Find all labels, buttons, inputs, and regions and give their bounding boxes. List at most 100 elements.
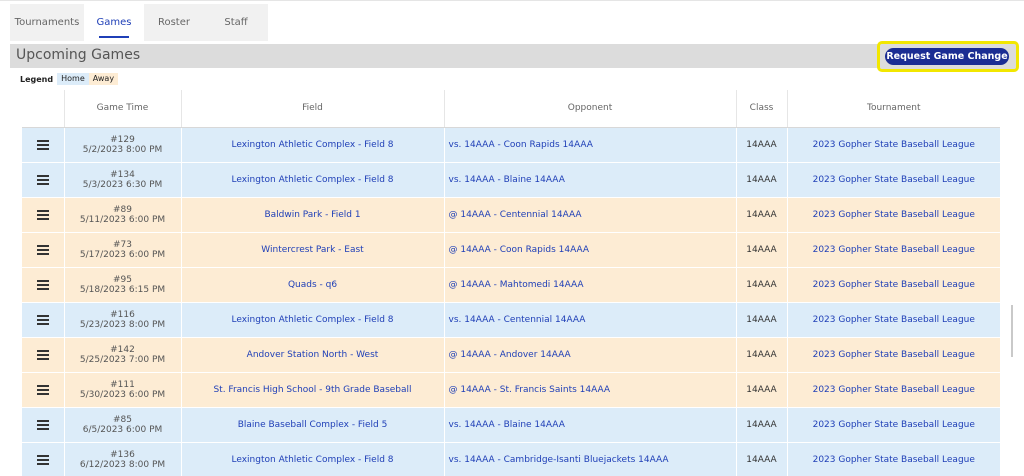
opponent-link[interactable]: vs. 14AAA - Centennial 14AAA (449, 315, 586, 325)
column-header-class[interactable]: Class (736, 90, 788, 128)
tab-games[interactable]: Games (84, 4, 144, 41)
column-header-opponent[interactable]: Opponent (444, 90, 737, 128)
field-link[interactable]: Lexington Athletic Complex - Field 8 (232, 315, 394, 325)
game-number: #89 (113, 204, 132, 215)
tournament-link[interactable]: 2023 Gopher State Baseball League (813, 175, 975, 185)
menu-icon[interactable] (36, 384, 49, 395)
class-cell: 14AAA (736, 442, 788, 476)
menu-icon[interactable] (36, 314, 49, 325)
menu-icon[interactable] (36, 279, 49, 290)
tab-bar: Tournaments Games Roster Staff (10, 4, 268, 41)
tournament-link[interactable]: 2023 Gopher State Baseball League (813, 420, 975, 430)
page-title: Upcoming Games (16, 47, 141, 63)
column-header-tournament[interactable]: Tournament (787, 90, 1000, 128)
legend-label: Legend (20, 74, 54, 84)
tab-tournaments[interactable]: Tournaments (10, 4, 84, 41)
field-cell: Andover Station North - West (181, 337, 445, 373)
row-menu-cell[interactable] (22, 442, 65, 476)
menu-icon[interactable] (36, 139, 49, 150)
tournament-link[interactable]: 2023 Gopher State Baseball League (813, 455, 975, 465)
opponent-cell: @ 14AAA - Mahtomedi 14AAA (444, 267, 737, 303)
scrollbar-thumb[interactable] (1011, 305, 1013, 357)
opponent-cell: @ 14AAA - Coon Rapids 14AAA (444, 232, 737, 268)
game-number: #142 (110, 344, 135, 355)
row-menu-cell[interactable] (22, 302, 65, 338)
class-cell: 14AAA (736, 162, 788, 198)
tab-staff[interactable]: Staff (204, 4, 268, 41)
game-time-cell: #129 5/2/2023 8:00 PM (64, 127, 182, 163)
row-menu-cell[interactable] (22, 127, 65, 163)
opponent-cell: vs. 14AAA - Centennial 14AAA (444, 302, 737, 338)
menu-icon[interactable] (36, 209, 49, 220)
row-menu-cell[interactable] (22, 267, 65, 303)
tournament-link[interactable]: 2023 Gopher State Baseball League (813, 210, 975, 220)
menu-icon[interactable] (36, 174, 49, 185)
menu-icon[interactable] (36, 419, 49, 430)
game-datetime: 5/11/2023 6:00 PM (79, 214, 166, 225)
tab-roster[interactable]: Roster (144, 4, 204, 41)
row-menu-cell[interactable] (22, 407, 65, 443)
field-link[interactable]: Quads - q6 (288, 280, 337, 290)
opponent-link[interactable]: vs. 14AAA - Blaine 14AAA (449, 175, 565, 185)
opponent-link[interactable]: @ 14AAA - St. Francis Saints 14AAA (449, 385, 611, 395)
request-button-highlight: Request Game Change (877, 41, 1019, 72)
game-time-cell: #136 6/12/2023 8:00 PM (64, 442, 182, 476)
field-cell: Baldwin Park - Field 1 (181, 197, 445, 233)
row-menu-cell[interactable] (22, 197, 65, 233)
opponent-link[interactable]: @ 14AAA - Coon Rapids 14AAA (449, 245, 590, 255)
table-row: #89 5/11/2023 6:00 PM Baldwin Park - Field… (22, 197, 1000, 233)
tournament-cell: 2023 Gopher State Baseball League (787, 442, 1000, 476)
games-table: Game Time Field Opponent Class Tournamen… (22, 90, 1000, 476)
legend-away-swatch: Away (88, 73, 119, 85)
field-link[interactable]: Lexington Athletic Complex - Field 8 (232, 175, 394, 185)
field-link[interactable]: Lexington Athletic Complex - Field 8 (232, 140, 394, 150)
menu-icon[interactable] (36, 454, 49, 465)
table-header-row: Game Time Field Opponent Class Tournamen… (22, 90, 1000, 128)
menu-icon[interactable] (36, 349, 49, 360)
game-time-cell: #111 5/30/2023 6:00 PM (64, 372, 182, 408)
game-number: #73 (113, 239, 132, 250)
opponent-link[interactable]: vs. 14AAA - Blaine 14AAA (449, 420, 565, 430)
column-header-game-time[interactable]: Game Time (64, 90, 182, 128)
game-number: #136 (110, 449, 135, 460)
field-cell: Quads - q6 (181, 267, 445, 303)
opponent-link[interactable]: vs. 14AAA - Coon Rapids 14AAA (449, 140, 593, 150)
class-cell: 14AAA (736, 232, 788, 268)
opponent-link[interactable]: @ 14AAA - Mahtomedi 14AAA (449, 280, 584, 290)
opponent-cell: vs. 14AAA - Coon Rapids 14AAA (444, 127, 737, 163)
opponent-link[interactable]: vs. 14AAA - Cambridge-Isanti Bluejackets… (449, 455, 669, 465)
field-link[interactable]: Blaine Baseball Complex - Field 5 (238, 420, 388, 430)
column-header-field[interactable]: Field (181, 90, 445, 128)
menu-icon[interactable] (36, 244, 49, 255)
row-menu-cell[interactable] (22, 337, 65, 373)
field-link[interactable]: Andover Station North - West (247, 350, 379, 360)
field-link[interactable]: Lexington Athletic Complex - Field 8 (232, 455, 394, 465)
game-time-cell: #85 6/5/2023 6:00 PM (64, 407, 182, 443)
class-cell: 14AAA (736, 337, 788, 373)
row-menu-cell[interactable] (22, 162, 65, 198)
field-link[interactable]: St. Francis High School - 9th Grade Base… (213, 385, 411, 395)
tournament-link[interactable]: 2023 Gopher State Baseball League (813, 245, 975, 255)
table-row: #136 6/12/2023 8:00 PM Lexington Athletic … (22, 442, 1000, 476)
table-row: #142 5/25/2023 7:00 PM Andover Station Nor… (22, 337, 1000, 373)
game-datetime: 5/2/2023 8:00 PM (82, 144, 163, 155)
request-game-change-button[interactable]: Request Game Change (885, 48, 1009, 65)
tournament-link[interactable]: 2023 Gopher State Baseball League (813, 350, 975, 360)
class-cell: 14AAA (736, 267, 788, 303)
game-datetime: 5/17/2023 6:00 PM (79, 249, 166, 260)
tournament-link[interactable]: 2023 Gopher State Baseball League (813, 280, 975, 290)
opponent-link[interactable]: @ 14AAA - Andover 14AAA (449, 350, 571, 360)
tournament-link[interactable]: 2023 Gopher State Baseball League (813, 140, 975, 150)
field-cell: Lexington Athletic Complex - Field 8 (181, 162, 445, 198)
field-link[interactable]: Baldwin Park - Field 1 (264, 210, 360, 220)
column-header-actions (22, 90, 65, 128)
tournament-link[interactable]: 2023 Gopher State Baseball League (813, 315, 975, 325)
row-menu-cell[interactable] (22, 372, 65, 408)
opponent-link[interactable]: @ 14AAA - Centennial 14AAA (449, 210, 582, 220)
tournament-cell: 2023 Gopher State Baseball League (787, 337, 1000, 373)
tournament-link[interactable]: 2023 Gopher State Baseball League (813, 385, 975, 395)
field-link[interactable]: Wintercrest Park - East (261, 245, 363, 255)
game-number: #111 (110, 379, 135, 390)
game-datetime: 6/5/2023 6:00 PM (82, 424, 163, 435)
row-menu-cell[interactable] (22, 232, 65, 268)
